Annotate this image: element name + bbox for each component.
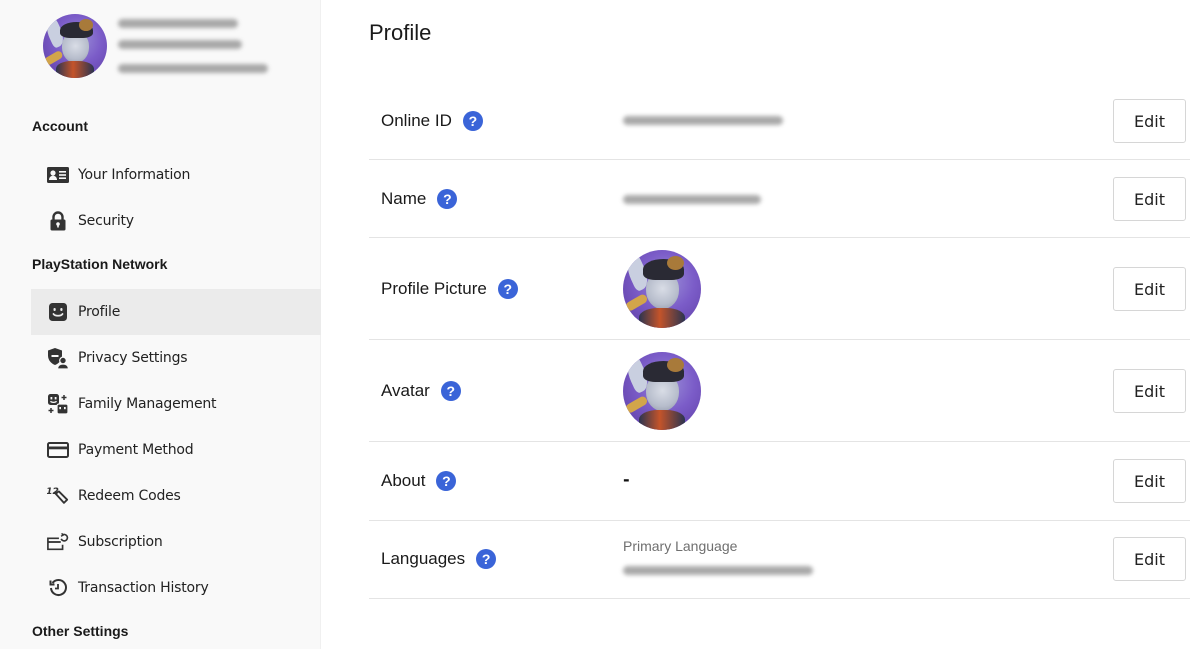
credit-card-icon bbox=[47, 439, 69, 461]
row-online-id: Online ID ? Edit bbox=[369, 82, 1190, 160]
row-label-online-id: Online ID ? bbox=[381, 111, 483, 131]
sidebar-item-profile[interactable]: Profile bbox=[31, 289, 321, 335]
row-name: Name ? Edit bbox=[369, 160, 1190, 238]
edit-online-id-button[interactable]: Edit bbox=[1113, 99, 1186, 143]
avatar-suit bbox=[638, 409, 686, 430]
sidebar-item-label: Profile bbox=[78, 304, 121, 320]
row-label-text: Languages bbox=[381, 549, 466, 568]
shield-person-icon bbox=[47, 347, 69, 369]
sidebar-item-label: Security bbox=[78, 213, 134, 229]
row-label-about: About ? bbox=[381, 471, 457, 491]
avatar-goggle bbox=[666, 256, 684, 271]
edit-languages-button[interactable]: Edit bbox=[1113, 537, 1186, 581]
row-label-name: Name ? bbox=[381, 189, 458, 209]
avatar-goggle bbox=[78, 19, 93, 31]
about-value: - bbox=[623, 470, 630, 489]
sidebar: Account Your Information Security PlaySt… bbox=[0, 0, 321, 649]
primary-language-value-redacted bbox=[623, 566, 813, 575]
id-card-icon bbox=[47, 164, 69, 186]
sidebar-item-your-information[interactable]: Your Information bbox=[31, 152, 321, 198]
row-languages: Languages ? Primary Language Edit bbox=[369, 521, 1190, 599]
user-avatar[interactable] bbox=[43, 14, 107, 78]
sidebar-item-label: Your Information bbox=[78, 167, 191, 183]
sidebar-item-subscription[interactable]: Subscription bbox=[31, 519, 321, 565]
user-email-redacted bbox=[118, 64, 268, 73]
help-icon[interactable]: ? bbox=[440, 381, 461, 401]
row-profile-picture: Profile Picture ? Edit bbox=[369, 238, 1190, 340]
sidebar-item-security[interactable]: Security bbox=[31, 198, 321, 244]
row-label-text: About bbox=[381, 471, 426, 490]
sidebar-item-redeem-codes[interactable]: 12 Redeem Codes bbox=[31, 473, 321, 519]
edit-profile-picture-button[interactable]: Edit bbox=[1113, 267, 1186, 311]
sidebar-item-label: Redeem Codes bbox=[78, 488, 181, 504]
help-icon[interactable]: ? bbox=[437, 189, 458, 209]
help-icon[interactable]: ? bbox=[462, 111, 483, 131]
page-title: Profile bbox=[369, 20, 432, 45]
help-icon[interactable]: ? bbox=[476, 549, 497, 569]
online-id-value-redacted bbox=[623, 116, 783, 125]
section-playstation-network: PlayStation Network bbox=[32, 256, 168, 272]
row-label-text: Profile Picture bbox=[381, 279, 487, 298]
lock-icon bbox=[47, 210, 69, 232]
history-icon bbox=[47, 577, 69, 599]
sidebar-item-privacy-settings[interactable]: Privacy Settings bbox=[31, 335, 321, 381]
user-id-redacted bbox=[118, 40, 242, 49]
sidebar-item-label: Payment Method bbox=[78, 442, 194, 458]
edit-about-button[interactable]: Edit bbox=[1113, 459, 1186, 503]
row-label-text: Avatar bbox=[381, 381, 430, 400]
sidebar-item-label: Privacy Settings bbox=[78, 350, 188, 366]
avatar-goggle bbox=[666, 358, 684, 373]
row-label-text: Name bbox=[381, 189, 427, 208]
avatar-image bbox=[623, 352, 701, 430]
row-about: About ? - Edit bbox=[369, 442, 1190, 521]
user-name-redacted bbox=[118, 19, 238, 28]
section-other-settings: Other Settings bbox=[32, 623, 129, 639]
name-value-redacted bbox=[623, 195, 761, 204]
row-label-languages: Languages ? bbox=[381, 549, 497, 569]
avatar-picture bbox=[623, 352, 701, 430]
row-label-avatar: Avatar ? bbox=[381, 381, 461, 401]
sidebar-item-label: Family Management bbox=[78, 396, 217, 412]
sidebar-item-label: Transaction History bbox=[78, 580, 209, 596]
primary-language-caption: Primary Language bbox=[623, 538, 738, 554]
help-icon[interactable]: ? bbox=[436, 471, 457, 491]
sidebar-item-label: Subscription bbox=[78, 534, 163, 550]
row-label-profile-picture: Profile Picture ? bbox=[381, 279, 518, 299]
avatar-suit bbox=[638, 307, 686, 328]
edit-name-button[interactable]: Edit bbox=[1113, 177, 1186, 221]
sidebar-item-transaction-history[interactable]: Transaction History bbox=[31, 565, 321, 611]
row-avatar: Avatar ? Edit bbox=[369, 340, 1190, 442]
sidebar-item-payment-method[interactable]: Payment Method bbox=[31, 427, 321, 473]
avatar-suit bbox=[55, 61, 95, 78]
family-icon bbox=[47, 393, 69, 415]
section-account: Account bbox=[32, 118, 88, 134]
profile-picture bbox=[623, 250, 701, 328]
sidebar-item-family-management[interactable]: Family Management bbox=[31, 381, 321, 427]
redeem-code-icon: 12 bbox=[47, 485, 69, 507]
row-label-text: Online ID bbox=[381, 111, 452, 130]
help-icon[interactable]: ? bbox=[497, 279, 518, 299]
subscription-icon bbox=[47, 531, 69, 553]
main-content: Profile Online ID ? Edit Name ? Edit Pro… bbox=[369, 0, 1190, 649]
profile-picture-image bbox=[623, 250, 701, 328]
user-summary bbox=[43, 14, 107, 78]
smiley-face-icon bbox=[47, 301, 69, 323]
edit-avatar-button[interactable]: Edit bbox=[1113, 369, 1186, 413]
